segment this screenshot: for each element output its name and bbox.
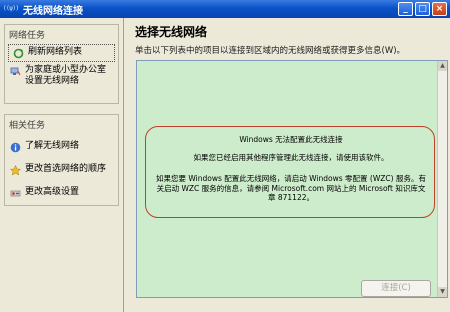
list-scrollbar[interactable]: ▲ ▼ bbox=[437, 61, 447, 297]
related-tasks-group: 相关任务 了解无线网络 更改首选网络的顺序 更改高级设置 bbox=[4, 114, 119, 206]
page-title: 选择无线网络 bbox=[135, 25, 208, 39]
title-bar[interactable]: ((ψ)) 无线网络连接 _ □ × bbox=[0, 0, 450, 18]
refresh-icon bbox=[12, 47, 24, 59]
network-tasks-title: 网络任务 bbox=[9, 31, 46, 41]
wireless-network-list[interactable]: Windows 无法配置此无线连接 如果您已经启用其他程序管理此无线连接，请使用… bbox=[136, 60, 448, 298]
change-advanced-settings-link[interactable]: 更改高级设置 bbox=[5, 184, 118, 202]
scroll-up-icon[interactable]: ▲ bbox=[438, 61, 447, 71]
network-tasks-group: 网络任务 刷新网络列表 为家庭或小型办公室设置无线网络 bbox=[4, 24, 119, 104]
setup-home-network-link[interactable]: 为家庭或小型办公室设置无线网络 bbox=[5, 62, 118, 90]
scroll-down-icon[interactable]: ▼ bbox=[438, 287, 447, 297]
settings-icon bbox=[9, 187, 21, 199]
status-message-box: Windows 无法配置此无线连接 如果您已经启用其他程序管理此无线连接，请使用… bbox=[145, 126, 435, 218]
learn-wireless-link[interactable]: 了解无线网络 bbox=[5, 138, 118, 156]
minimize-button[interactable]: _ bbox=[398, 2, 413, 16]
change-network-order-label: 更改首选网络的顺序 bbox=[25, 164, 107, 174]
info-icon bbox=[9, 141, 21, 153]
refresh-network-list-label: 刷新网络列表 bbox=[28, 47, 83, 57]
connect-button[interactable]: 连接(C) bbox=[361, 280, 431, 297]
maximize-button[interactable]: □ bbox=[415, 2, 430, 16]
sidebar: 网络任务 刷新网络列表 为家庭或小型办公室设置无线网络 相关任务 了解无线网络 bbox=[0, 18, 124, 312]
change-network-order-link[interactable]: 更改首选网络的顺序 bbox=[5, 161, 118, 179]
refresh-network-list-link[interactable]: 刷新网络列表 bbox=[8, 44, 115, 62]
learn-wireless-label: 了解无线网络 bbox=[25, 141, 80, 151]
main-panel: 选择无线网络 单击以下列表中的项目以连接到区域内的无线网络或获得更多信息(W)。… bbox=[125, 18, 450, 312]
window-title: 无线网络连接 bbox=[23, 5, 83, 17]
star-icon bbox=[9, 164, 21, 176]
change-advanced-settings-label: 更改高级设置 bbox=[25, 187, 80, 197]
window-controls: _ □ × bbox=[398, 2, 447, 16]
related-tasks-title: 相关任务 bbox=[9, 121, 46, 131]
message-wzc-service: 如果您要 Windows 配置此无线网络，请启动 Windows 零配置 (WZ… bbox=[156, 174, 426, 202]
home-network-icon bbox=[9, 65, 21, 77]
message-other-program: 如果您已经启用其他程序管理此无线连接，请使用该软件。 bbox=[193, 153, 389, 162]
instruction-text: 单击以下列表中的项目以连接到区域内的无线网络或获得更多信息(W)。 bbox=[135, 46, 406, 56]
message-title: Windows 无法配置此无线连接 bbox=[239, 135, 343, 144]
wireless-network-icon: ((ψ)) bbox=[3, 5, 19, 12]
setup-home-network-label: 为家庭或小型办公室设置无线网络 bbox=[25, 65, 107, 86]
close-button[interactable]: × bbox=[432, 2, 447, 16]
